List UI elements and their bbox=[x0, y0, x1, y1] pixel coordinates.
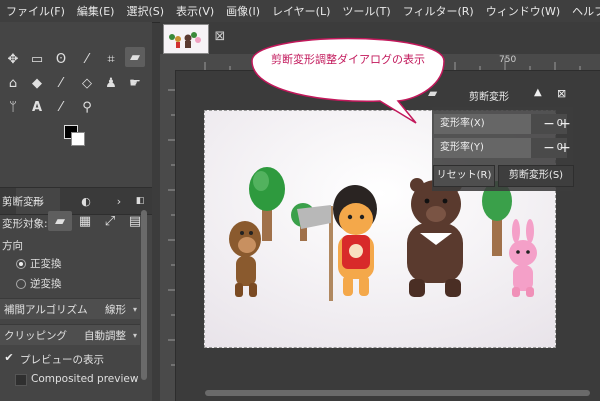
menu-image[interactable]: 画像(I) bbox=[220, 3, 266, 19]
chevron-down-icon: ▾ bbox=[132, 304, 137, 314]
interpolation-value: 線形 bbox=[105, 303, 126, 316]
menu-file[interactable]: ファイル(F) bbox=[0, 3, 71, 19]
lasso-icon[interactable]: ʘ bbox=[51, 49, 71, 69]
direction-label: 方向 bbox=[2, 240, 23, 252]
paths-icon[interactable]: ᛘ bbox=[3, 97, 23, 117]
vertical-ruler[interactable] bbox=[160, 70, 176, 401]
crop-icon[interactable]: ⌗ bbox=[101, 49, 121, 69]
eraser-icon[interactable]: ◇ bbox=[77, 73, 97, 93]
chevron-down-icon: ▾ bbox=[132, 330, 137, 340]
rect-select-icon[interactable]: ▭ bbox=[27, 49, 47, 69]
clipping-label: クリッピング bbox=[4, 329, 67, 342]
zoom-icon[interactable]: ⚲ bbox=[77, 97, 97, 117]
menubar: ファイル(F) 編集(E) 選択(S) 表示(V) 画像(I) レイヤー(L) … bbox=[0, 0, 600, 23]
callout-shape bbox=[251, 37, 445, 124]
callout-text: 剪断変形調整ダイアログの表示 bbox=[271, 53, 425, 66]
transform-path-icon[interactable]: ⤢ bbox=[100, 211, 120, 231]
apply-shear-button[interactable]: 剪断変形(S) bbox=[498, 165, 574, 187]
bucket-fill-icon[interactable]: ◆ bbox=[27, 73, 47, 93]
composited-checkbox[interactable] bbox=[15, 374, 27, 386]
shear-dialog-title: 剪断変形 bbox=[469, 92, 509, 103]
menu-select[interactable]: 選択(S) bbox=[120, 3, 170, 19]
tool-options-scrollbar[interactable] bbox=[141, 210, 147, 380]
shear-y-decrease-icon[interactable]: − bbox=[542, 138, 556, 158]
ruler-corner-icon[interactable] bbox=[160, 54, 175, 70]
text-tool-icon[interactable]: A bbox=[27, 97, 47, 117]
preview-checkbox[interactable]: ✔ bbox=[4, 352, 14, 363]
background-color-swatch[interactable] bbox=[71, 132, 85, 146]
shear-y-label: 変形率(Y) bbox=[434, 138, 531, 158]
shear-y-increase-icon[interactable]: + bbox=[558, 138, 572, 158]
shear-y-row: 変形率(Y) 0 − + bbox=[434, 138, 592, 158]
brush-icon[interactable]: ⁄ bbox=[51, 73, 71, 93]
interpolation-label: 補間アルゴリズム bbox=[4, 303, 88, 316]
direction-forward-radio[interactable] bbox=[16, 259, 26, 269]
transform-layer-icon[interactable]: ▰ bbox=[48, 211, 72, 231]
menu-filters[interactable]: フィルター(R) bbox=[397, 3, 480, 19]
menu-help[interactable]: ヘルプ(H) bbox=[566, 3, 600, 19]
color-picker-icon[interactable]: ⁄ bbox=[51, 97, 71, 117]
smudge-icon[interactable]: ☛ bbox=[125, 73, 145, 93]
move-tool-icon[interactable]: ✥ bbox=[3, 49, 23, 69]
reset-button[interactable]: リセット(R) bbox=[433, 165, 495, 187]
menu-layer[interactable]: レイヤー(L) bbox=[266, 3, 336, 19]
image-thumbnail bbox=[164, 25, 208, 53]
clipping-combo[interactable]: クリッピング 自動調整 ▾ bbox=[0, 324, 140, 345]
transform-selection-icon[interactable]: ▦ bbox=[75, 211, 95, 231]
shear-x-decrease-icon[interactable]: − bbox=[542, 114, 556, 134]
direction-backward-radio[interactable] bbox=[16, 279, 26, 289]
callout-bubble: 剪断変形調整ダイアログの表示 bbox=[248, 23, 448, 124]
shear-x-label: 変形率(X) bbox=[434, 114, 531, 134]
vertical-ruler-ticks bbox=[168, 89, 175, 366]
fuzzy-select-icon[interactable]: ⁄ bbox=[77, 49, 97, 69]
transform-target-label: 変形対象: bbox=[2, 218, 48, 230]
horizontal-scrollbar[interactable] bbox=[205, 390, 590, 396]
preview-label: プレビューの表示 bbox=[20, 354, 104, 366]
shear-tool-icon[interactable]: ▰ bbox=[125, 47, 145, 67]
shear-dialog-header: ▰ 剪断変形 ▲ ⊠ bbox=[426, 86, 574, 104]
menu-windows[interactable]: ウィンドウ(W) bbox=[480, 3, 566, 19]
interpolation-combo[interactable]: 補間アルゴリズム 線形 ▾ bbox=[0, 298, 140, 319]
image-thumbnail-tab[interactable] bbox=[163, 24, 209, 54]
clone-icon[interactable]: ♟ bbox=[101, 73, 121, 93]
shear-dialog-close-icon[interactable]: ⊠ bbox=[557, 87, 566, 100]
shear-x-increase-icon[interactable]: + bbox=[558, 114, 572, 134]
clipping-value: 自動調整 bbox=[84, 329, 126, 342]
menu-tools[interactable]: ツール(T) bbox=[336, 3, 396, 19]
shear-dialog-move-up-icon[interactable]: ▲ bbox=[534, 87, 542, 98]
direction-forward-label: 正変換 bbox=[30, 258, 62, 270]
toolbox: ✥ ▭ ʘ ⁄ ⌗ ▰ ⌂ ◆ ⁄ ◇ ♟ ☛ ᛘ A ⁄ ⚲ ‹ ▭ ◐ › … bbox=[0, 22, 152, 401]
ruler-label-750: 750 bbox=[499, 55, 517, 65]
close-icon[interactable]: ⊠ bbox=[213, 30, 227, 44]
shear-x-row: 変形率(X) 0 − + bbox=[434, 114, 592, 134]
tool-options-title: 剪断変形 bbox=[2, 196, 44, 208]
warp-icon[interactable]: ⌂ bbox=[3, 73, 23, 93]
menu-view[interactable]: 表示(V) bbox=[170, 3, 220, 19]
composited-label: Composited preview bbox=[31, 373, 139, 385]
direction-backward-label: 逆変換 bbox=[30, 278, 62, 290]
menu-edit[interactable]: 編集(E) bbox=[71, 3, 121, 19]
